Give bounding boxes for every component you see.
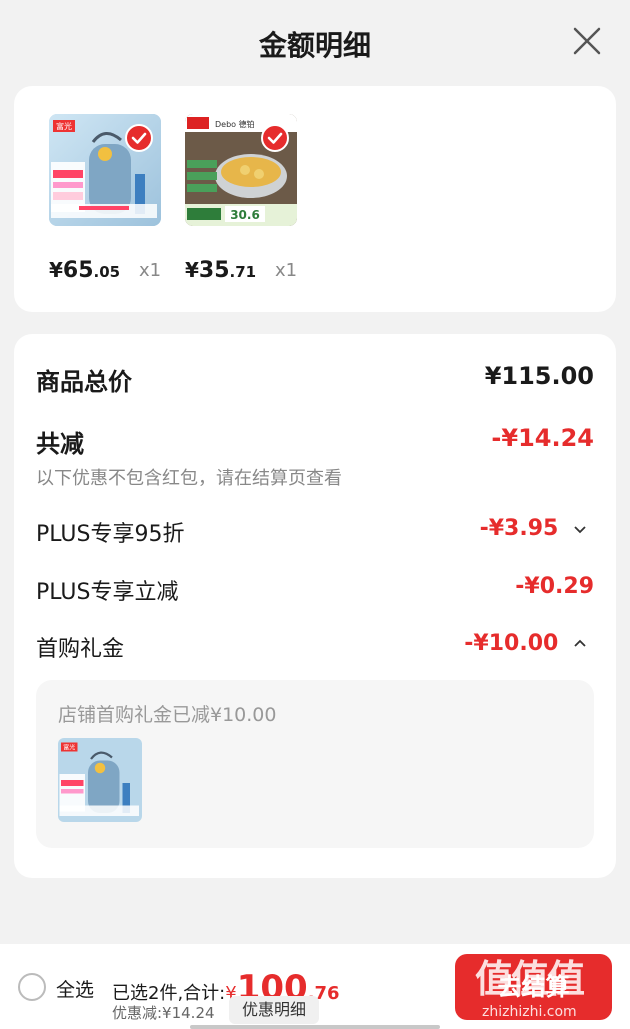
total-price-value: ¥115.00	[484, 362, 594, 390]
chevron-up-icon	[574, 639, 586, 647]
saved-amount: 优惠减:¥14.24	[112, 1004, 215, 1022]
product-price: ¥65.05	[49, 258, 121, 283]
cooking-pot-product-image[interactable]: Debo 德铂 30.6	[185, 114, 297, 226]
product-price: ¥35.71	[185, 258, 257, 283]
product-qty: x1	[139, 260, 162, 281]
gift-note: 店铺首购礼金已减¥10.00	[58, 704, 277, 726]
discount-item-label: PLUS专享立减	[36, 580, 179, 605]
discount-item-row[interactable]: 首购礼金 -¥10.00	[36, 631, 594, 662]
discount-item-value: -¥0.29	[515, 574, 594, 599]
gift-detail-panel: 店铺首购礼金已减¥10.00 富光	[36, 680, 594, 848]
discount-detail-button[interactable]: 优惠明细	[229, 996, 319, 1024]
page-title: 金额明细	[258, 29, 371, 62]
product-qty: x1	[275, 260, 298, 281]
selected-check-icon[interactable]	[125, 124, 153, 152]
product-item[interactable]: 富光 ¥65.05 x1	[49, 114, 161, 283]
price-details-card: 商品总价 ¥115.00 共减 -¥14.24 以下优惠不包含红包，请在结算页查…	[14, 334, 616, 878]
checkout-button[interactable]: 去结算	[455, 954, 612, 1020]
total-price-row: 商品总价 ¥115.00	[36, 362, 594, 396]
brand-logo-text: 富光	[63, 743, 75, 751]
discount-item-row[interactable]: PLUS专享95折 -¥3.95	[36, 516, 594, 547]
home-indicator	[190, 1025, 440, 1029]
select-all-label[interactable]: 全选	[56, 975, 94, 1002]
discount-item-label: 首购礼金	[36, 637, 125, 662]
water-bottle-product-image: 富光	[58, 738, 142, 822]
select-all-radio[interactable]	[18, 973, 46, 1001]
brand-logo-text: 富光	[56, 121, 72, 131]
checkout-bar: 全选 已选2件,合计:¥100.76 优惠减:¥14.24 优惠明细 去结算	[0, 944, 630, 1029]
discount-note: 以下优惠不包含红包，请在结算页查看	[36, 468, 342, 489]
products-card: 富光 ¥65.05 x1 Debo 德铂 30.6 ¥35.71 x1	[14, 86, 616, 312]
close-icon[interactable]	[572, 26, 602, 56]
water-bottle-product-image[interactable]: 富光	[49, 114, 161, 226]
selected-check-icon[interactable]	[261, 124, 289, 152]
discount-item-row: PLUS专享立减 -¥0.29	[36, 574, 594, 605]
discount-total-value: -¥14.24	[491, 424, 594, 452]
header: 金额明细	[0, 0, 630, 86]
discount-total-label: 共减	[36, 430, 84, 458]
discount-item-value: -¥3.95	[479, 516, 559, 541]
promo-price-text: 30.6	[230, 208, 260, 222]
product-item[interactable]: Debo 德铂 30.6 ¥35.71 x1	[185, 114, 297, 283]
discount-item-label: PLUS专享95折	[36, 522, 185, 547]
discount-item-value: -¥10.00	[464, 631, 559, 656]
chevron-down-icon	[574, 526, 586, 534]
total-price-label: 商品总价	[36, 368, 132, 396]
discount-total-row: 共减 -¥14.24	[36, 424, 594, 458]
brand-logo-text: Debo 德铂	[215, 119, 255, 129]
